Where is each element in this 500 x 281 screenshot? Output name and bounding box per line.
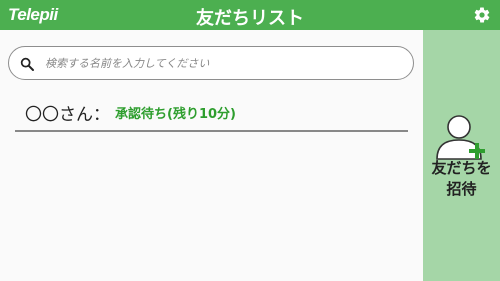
- search-box[interactable]: [8, 46, 414, 80]
- invite-label-line2: 招待: [446, 180, 477, 198]
- add-person-icon: [436, 115, 485, 160]
- friend-list-area: 〇〇さん： 承認待ち(残り10分): [0, 30, 423, 281]
- invite-label-line1: 友だちを: [431, 159, 492, 177]
- friend-name: 〇〇さん：: [25, 105, 110, 125]
- search-input[interactable]: [45, 54, 405, 72]
- app-header: Telepii 友だちリスト: [0, 0, 500, 30]
- invite-label: 友だちを 招待: [423, 158, 500, 200]
- page-title: 友だちリスト: [196, 8, 304, 29]
- invite-friend-button[interactable]: 友だちを 招待: [423, 30, 500, 281]
- friend-list-item[interactable]: 〇〇さん： 承認待ち(残り10分): [15, 96, 408, 132]
- search-icon: [20, 57, 34, 71]
- gear-icon[interactable]: [473, 6, 491, 24]
- friend-status-badge: 承認待ち(残り10分): [115, 107, 236, 122]
